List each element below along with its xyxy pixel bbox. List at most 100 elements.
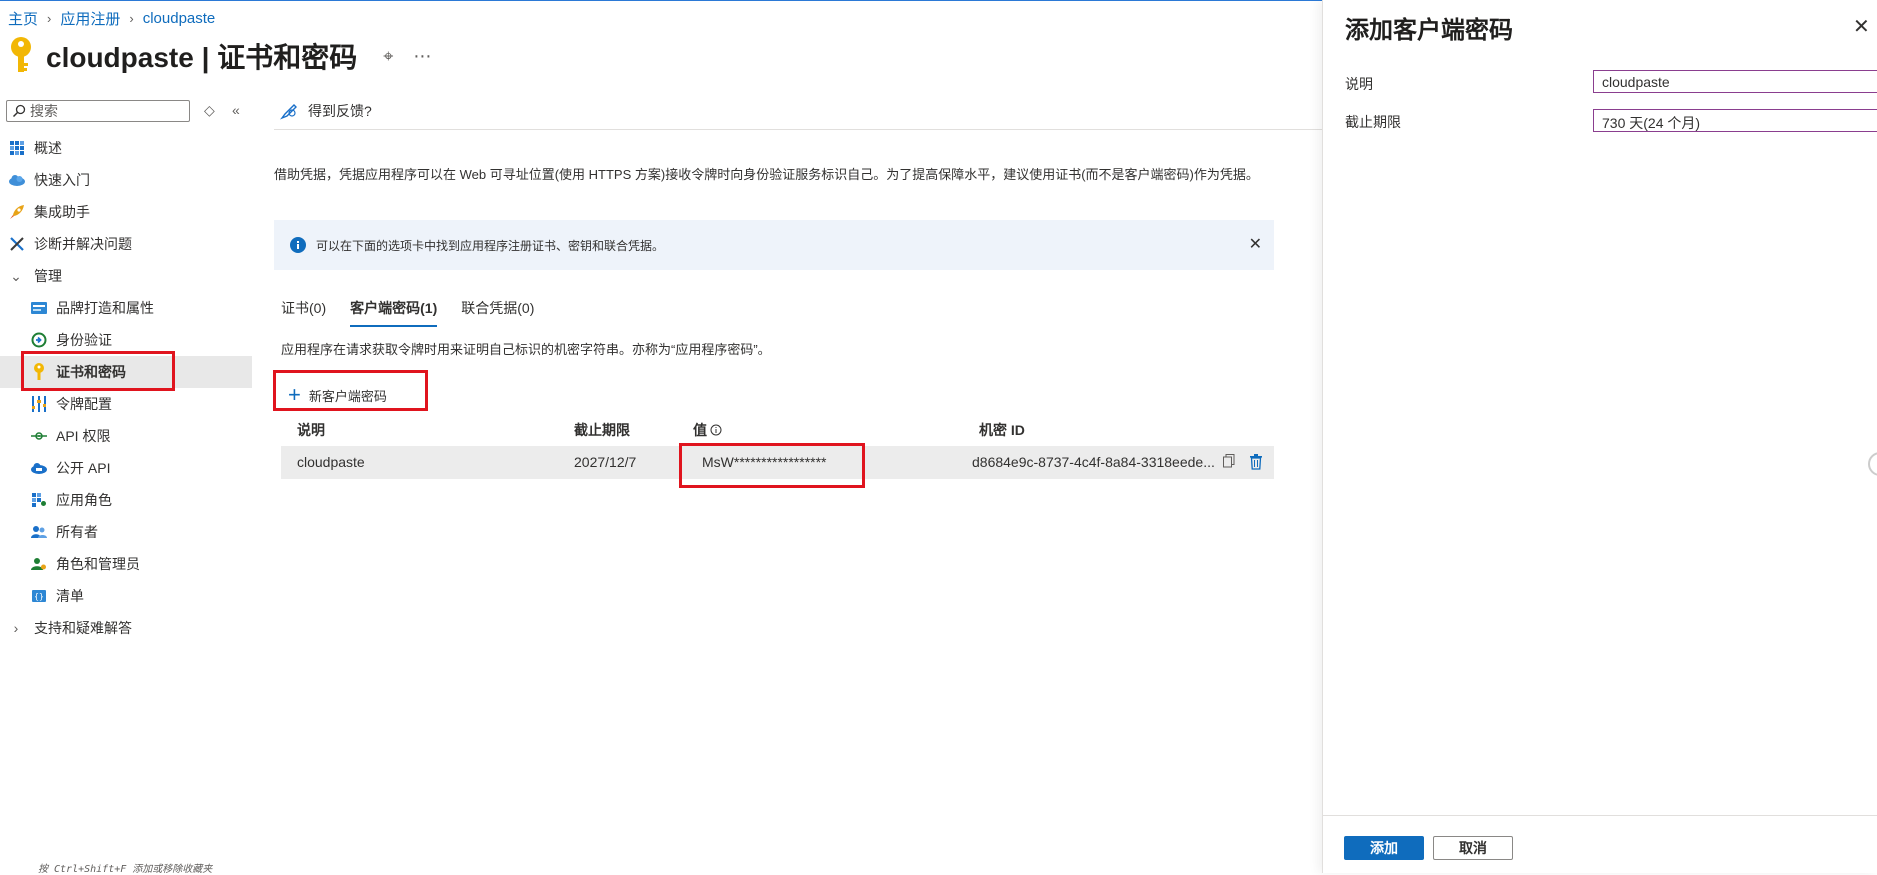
sidebar-item-label: 品牌打造和属性	[56, 300, 154, 316]
tabs: 证书(0) 客户端密码(1) 联合凭据(0)	[281, 298, 558, 327]
column-header-description: 说明	[297, 422, 325, 438]
api-permissions-icon	[30, 427, 48, 445]
rocket-icon	[8, 203, 26, 221]
sidebar-item-api-permissions[interactable]: API 权限	[0, 420, 252, 452]
credentials-description: 借助凭据，凭据应用程序可以在 Web 可寻址位置(使用 HTTPS 方案)接收令…	[274, 167, 1259, 182]
expires-select[interactable]: 730 天(24 个月) ⌄	[1593, 109, 1877, 132]
breadcrumb: 主页 › 应用注册 › cloudpaste	[8, 8, 215, 29]
sidebar-group-manage[interactable]: ⌄ 管理	[0, 260, 252, 292]
pin-icon[interactable]: ⌖	[383, 46, 393, 67]
add-button[interactable]: 添加	[1344, 836, 1424, 860]
sidebar-item-expose-api[interactable]: 公开 API	[0, 452, 252, 484]
sidebar-item-label: 概述	[34, 140, 62, 156]
info-icon	[290, 237, 306, 253]
panel-title: 添加客户端密码	[1345, 17, 1513, 44]
sidebar-item-label: 快速入门	[34, 172, 90, 188]
token-bars-icon	[30, 395, 48, 413]
authentication-icon	[30, 331, 48, 349]
sort-toggle-icon[interactable]: ◇	[204, 102, 215, 119]
cell-expires: 2027/12/7	[574, 454, 637, 470]
sidebar-nav: 概述 快速入门 集成助手 诊断并解决问题 ⌄ 管理 品牌打造和属性 身份验证 证…	[0, 132, 252, 644]
sidebar-item-label: 所有者	[56, 524, 98, 540]
sidebar-item-manifest[interactable]: {} 清单	[0, 580, 252, 612]
cell-value: MsW*****************	[702, 454, 827, 470]
cancel-button[interactable]: 取消	[1433, 836, 1513, 860]
sidebar-item-label: 清单	[56, 588, 84, 604]
sidebar-item-owners[interactable]: 所有者	[0, 516, 252, 548]
add-client-secret-panel: 添加客户端密码 ✕ 说明 cloudpaste 截止期限 730 天(24 个月…	[1322, 0, 1877, 873]
table-row: cloudpaste 2027/12/7 MsW****************…	[281, 446, 1274, 479]
sidebar-item-token-configuration[interactable]: 令牌配置	[0, 388, 252, 420]
close-icon[interactable]: ✕	[1853, 14, 1870, 39]
tab-client-secrets[interactable]: 客户端密码(1)	[350, 298, 438, 327]
title-row: cloudpaste | 证书和密码 ⌖ ⋯	[8, 36, 432, 76]
sidebar-item-label: 角色和管理员	[56, 556, 140, 572]
divider	[274, 129, 1324, 130]
sidebar-item-app-roles[interactable]: 应用角色	[0, 484, 252, 516]
delete-icon[interactable]	[1249, 454, 1263, 470]
column-header-value: 值	[693, 420, 722, 440]
description-label: 说明	[1345, 76, 1373, 92]
collapse-sidebar-icon[interactable]: «	[232, 102, 240, 118]
sidebar-item-label: 集成助手	[34, 204, 90, 220]
page-title: cloudpaste | 证书和密码	[46, 42, 358, 73]
sidebar-search[interactable]	[6, 100, 190, 122]
sidebar-item-diagnose[interactable]: 诊断并解决问题	[0, 228, 252, 260]
sidebar-item-roles-admins[interactable]: 角色和管理员	[0, 548, 252, 580]
feedback-button[interactable]: 得到反馈?	[280, 101, 372, 121]
sidebar-item-label: 诊断并解决问题	[34, 236, 132, 252]
sidebar-item-branding[interactable]: 品牌打造和属性	[0, 292, 252, 324]
new-client-secret-button[interactable]: + 新客户端密码	[288, 384, 387, 406]
key-icon	[11, 37, 31, 72]
sidebar-group-support[interactable]: › 支持和疑难解答	[0, 612, 252, 644]
sidebar-item-integration-assistant[interactable]: 集成助手	[0, 196, 252, 228]
sidebar-item-label: 证书和密码	[56, 364, 126, 380]
copy-icon[interactable]	[1223, 454, 1235, 468]
expires-select-value: 730 天(24 个月)	[1602, 115, 1701, 131]
sidebar-search-input[interactable]	[26, 103, 180, 119]
overview-grid-icon	[8, 139, 26, 157]
feedback-label: 得到反馈?	[308, 103, 372, 119]
divider	[1323, 815, 1877, 816]
close-icon[interactable]: ✕	[1249, 234, 1262, 254]
chevron-right-icon: ›	[47, 11, 52, 26]
description-field[interactable]: cloudpaste	[1593, 70, 1877, 93]
wrench-icon	[8, 235, 26, 253]
chevron-down-icon: ⌄	[10, 267, 22, 284]
sidebar-item-label: 身份验证	[56, 332, 112, 348]
cloud-api-icon	[30, 459, 48, 477]
key-icon	[30, 363, 48, 381]
info-circle-icon[interactable]	[710, 424, 722, 436]
breadcrumb-home[interactable]: 主页	[8, 8, 38, 29]
breadcrumb-app-registrations[interactable]: 应用注册	[60, 8, 120, 29]
sidebar-item-label: 应用角色	[56, 492, 112, 508]
table-header: 说明 截止期限 值 机密 ID	[281, 420, 1275, 442]
cell-secret-id: d8684e9c-8737-4c4f-8a84-3318eede...	[972, 454, 1215, 470]
tab-certificates[interactable]: 证书(0)	[281, 298, 326, 327]
sidebar-item-overview[interactable]: 概述	[0, 132, 252, 164]
info-banner: 可以在下面的选项卡中找到应用程序注册证书、密钥和联合凭据。 ✕	[274, 220, 1274, 270]
app-roles-icon	[30, 491, 48, 509]
column-header-value-label: 值	[693, 422, 707, 438]
owners-icon	[30, 523, 48, 541]
search-icon	[12, 104, 26, 118]
more-options-icon[interactable]: ⋯	[413, 46, 432, 67]
sidebar-item-label: 支持和疑难解答	[34, 620, 132, 636]
tab-federated-credentials[interactable]: 联合凭据(0)	[461, 298, 534, 327]
sidebar-item-label: 公开 API	[56, 460, 111, 476]
chevron-right-icon: ›	[13, 620, 19, 636]
breadcrumb-cloudpaste[interactable]: cloudpaste	[143, 10, 216, 27]
column-header-expires: 截止期限	[574, 422, 630, 438]
plus-icon: +	[288, 382, 301, 407]
sidebar-item-authentication[interactable]: 身份验证	[0, 324, 252, 356]
info-banner-text: 可以在下面的选项卡中找到应用程序注册证书、密钥和联合凭据。	[316, 238, 665, 253]
cloud-quickstart-icon	[8, 171, 26, 189]
tab-description: 应用程序在请求获取令牌时用来证明自己标识的机密字符串。亦称为“应用程序密码”。	[281, 342, 771, 357]
sidebar-item-label: API 权限	[56, 428, 111, 444]
sidebar-item-quickstart[interactable]: 快速入门	[0, 164, 252, 196]
expires-label: 截止期限	[1345, 114, 1401, 130]
column-header-secret-id: 机密 ID	[979, 422, 1025, 438]
sidebar-item-label: 管理	[34, 268, 62, 284]
sidebar-item-certificates-secrets[interactable]: 证书和密码	[0, 356, 252, 388]
roles-admins-icon	[30, 555, 48, 573]
